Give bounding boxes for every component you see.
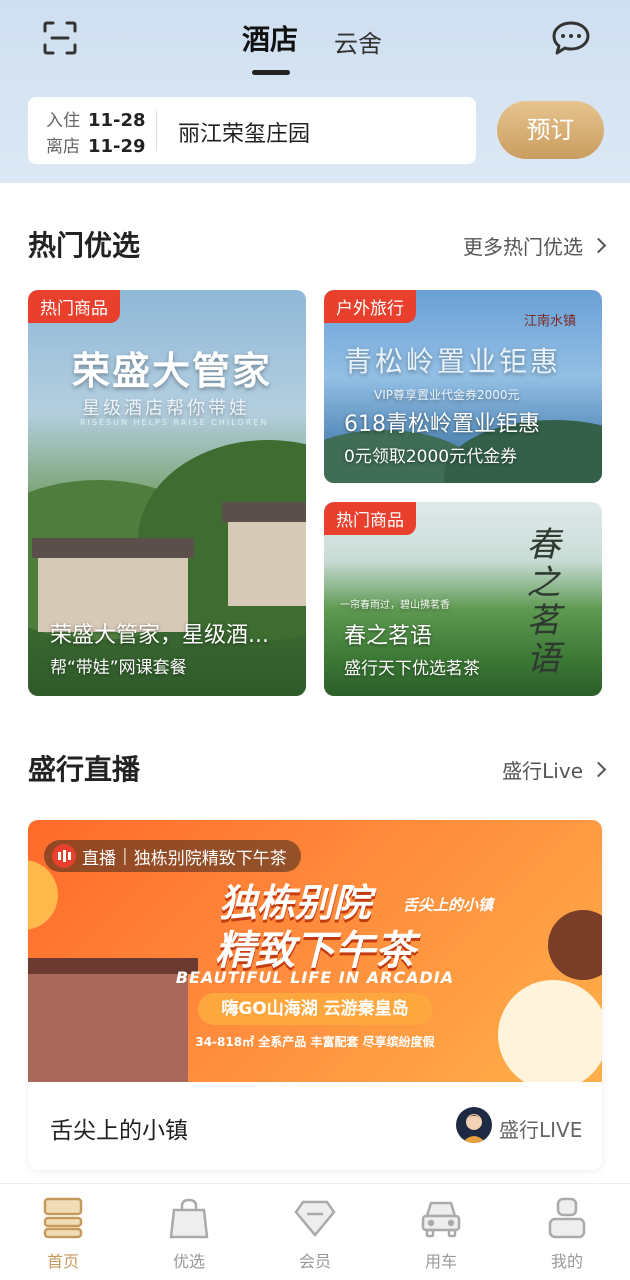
hot-more-link[interactable]: 更多热门优选 bbox=[463, 231, 607, 260]
tabbar-item-home[interactable]: 首页 bbox=[23, 1196, 103, 1272]
hot-card-2[interactable]: 户外旅行 江南水镇 青松岭置业钜惠 VIP尊享置业代金券2000元 618青松岭… bbox=[324, 290, 602, 483]
banner-pill: 嗨GO山海湖 云游秦皇岛 bbox=[198, 993, 432, 1025]
hot-more-label: 更多热门优选 bbox=[463, 235, 583, 259]
poster-subtitle: VIP尊享置业代金券2000元 bbox=[374, 388, 520, 402]
live-badge-title: 独栋别院精致下午茶 bbox=[133, 848, 287, 869]
tabbar-item-member[interactable]: 会员 bbox=[275, 1196, 355, 1272]
poster-english: RISESUN HELPS RAISE CHILDREN bbox=[80, 418, 269, 427]
card-tag: 热门商品 bbox=[324, 502, 416, 535]
poster-title: 荣盛大管家 bbox=[72, 349, 273, 393]
tabbar-item-picks[interactable]: 优选 bbox=[149, 1196, 229, 1272]
user-icon bbox=[545, 1196, 589, 1240]
scan-icon[interactable] bbox=[42, 20, 78, 56]
live-badge-separator: | bbox=[122, 846, 128, 866]
card-subtitle: 帮“带娃”网课套餐 bbox=[50, 658, 187, 678]
tabbar-label: 首页 bbox=[46, 1252, 79, 1271]
live-more-link[interactable]: 盛行Live bbox=[502, 755, 607, 784]
live-card[interactable]: 直播 | 独栋别院精致下午茶 独栋别院 舌尖上的小镇 精致下午茶 BEAUTIF… bbox=[28, 820, 602, 1170]
tab-hotel[interactable]: 酒店 bbox=[242, 18, 298, 58]
tabbar-item-car[interactable]: 用车 bbox=[401, 1196, 481, 1272]
live-footer-title: 舌尖上的小镇 bbox=[50, 1118, 188, 1144]
card-title: 春之茗语 bbox=[344, 624, 433, 649]
banner-english: BEAUTIFUL LIFE IN ARCADIA bbox=[175, 968, 455, 987]
live-brand: 盛行LIVE bbox=[499, 1118, 583, 1142]
poster-subtitle: 一帘春雨过，碧山拂茗香 bbox=[340, 600, 450, 611]
tabbar-label: 会员 bbox=[298, 1252, 331, 1271]
card-title: 618青松岭置业钜惠 bbox=[344, 412, 540, 437]
diamond-icon bbox=[293, 1196, 337, 1240]
tabbar-label: 用车 bbox=[424, 1252, 457, 1271]
live-badge: 直播 | 独栋别院精致下午茶 bbox=[44, 840, 301, 872]
poster-title: 青松岭置业钜惠 bbox=[344, 345, 562, 378]
live-badge-label: 直播 bbox=[82, 848, 116, 869]
chevron-right-icon bbox=[590, 237, 607, 254]
checkout-value: 11-29 bbox=[88, 136, 146, 157]
checkin-date[interactable]: 入住 11-28 bbox=[46, 106, 146, 131]
banner-small-text: 34-818㎡ 全系产品 丰富配套 尽享缤纷度假 bbox=[195, 1035, 435, 1049]
search-divider bbox=[156, 111, 157, 151]
card-tag: 热门商品 bbox=[28, 290, 120, 323]
villa-roof bbox=[222, 502, 306, 522]
card-subtitle: 盛行天下优选茗茶 bbox=[344, 659, 480, 679]
hotel-search-card[interactable]: 入住 11-28 离店 11-29 丽江荣玺庄园 bbox=[28, 97, 476, 164]
brand-logo-text: 江南水镇 bbox=[524, 314, 577, 329]
chevron-right-icon bbox=[590, 761, 607, 778]
live-wave-icon bbox=[52, 844, 76, 868]
message-icon[interactable] bbox=[551, 20, 591, 56]
book-button[interactable]: 预订 bbox=[497, 101, 604, 159]
checkout-label: 离店 bbox=[46, 137, 80, 157]
checkin-value: 11-28 bbox=[88, 110, 146, 131]
hot-card-3[interactable]: 热门商品 春之茗语 一帘春雨过，碧山拂茗香 春之茗语 盛行天下优选茗茶 bbox=[324, 502, 602, 696]
tabbar-label: 优选 bbox=[172, 1252, 205, 1271]
live-section-title: 盛行直播 bbox=[28, 753, 141, 786]
villa-roof bbox=[32, 538, 194, 558]
tab-yunshe[interactable]: 云舍 bbox=[334, 24, 382, 59]
card-tag: 户外旅行 bbox=[324, 290, 416, 323]
hotel-name-field[interactable]: 丽江荣玺庄园 bbox=[178, 116, 310, 148]
active-tab-indicator bbox=[252, 70, 290, 75]
poster-subtitle: 星级酒店帮你带娃 bbox=[82, 398, 250, 419]
villa-building bbox=[228, 516, 306, 606]
avatar bbox=[456, 1107, 492, 1143]
poster-title: 春之茗语 bbox=[520, 526, 560, 678]
checkin-label: 入住 bbox=[46, 111, 80, 131]
hot-card-1[interactable]: 热门商品 荣盛大管家 星级酒店帮你带娃 RISESUN HELPS RAISE … bbox=[28, 290, 306, 696]
tabbar-label: 我的 bbox=[550, 1252, 583, 1271]
live-banner[interactable]: 直播 | 独栋别院精致下午茶 独栋别院 舌尖上的小镇 精致下午茶 BEAUTIF… bbox=[28, 820, 602, 1082]
card-subtitle: 0元领取2000元代金券 bbox=[344, 447, 518, 467]
checkout-date[interactable]: 离店 11-29 bbox=[46, 132, 146, 157]
car-icon bbox=[419, 1196, 463, 1240]
bottom-tab-bar: 首页 优选 会员 用车 我的 bbox=[0, 1183, 630, 1280]
food-plate bbox=[498, 980, 602, 1082]
home-icon bbox=[41, 1196, 85, 1240]
hot-section-title: 热门优选 bbox=[28, 229, 141, 262]
main-content: 热门优选 更多热门优选 热门商品 荣盛大管家 星级酒店帮你带娃 RISESUN … bbox=[0, 183, 630, 1183]
card-title: 荣盛大管家，星级酒... bbox=[50, 623, 269, 648]
live-more-label: 盛行Live bbox=[502, 759, 583, 783]
top-header: 酒店 云舍 入住 11-28 离店 11-29 丽江荣玺庄园 预订 bbox=[0, 0, 630, 183]
banner-side-text: 舌尖上的小镇 bbox=[403, 896, 494, 914]
shopping-bag-icon bbox=[167, 1196, 211, 1240]
tabbar-item-profile[interactable]: 我的 bbox=[527, 1196, 607, 1272]
